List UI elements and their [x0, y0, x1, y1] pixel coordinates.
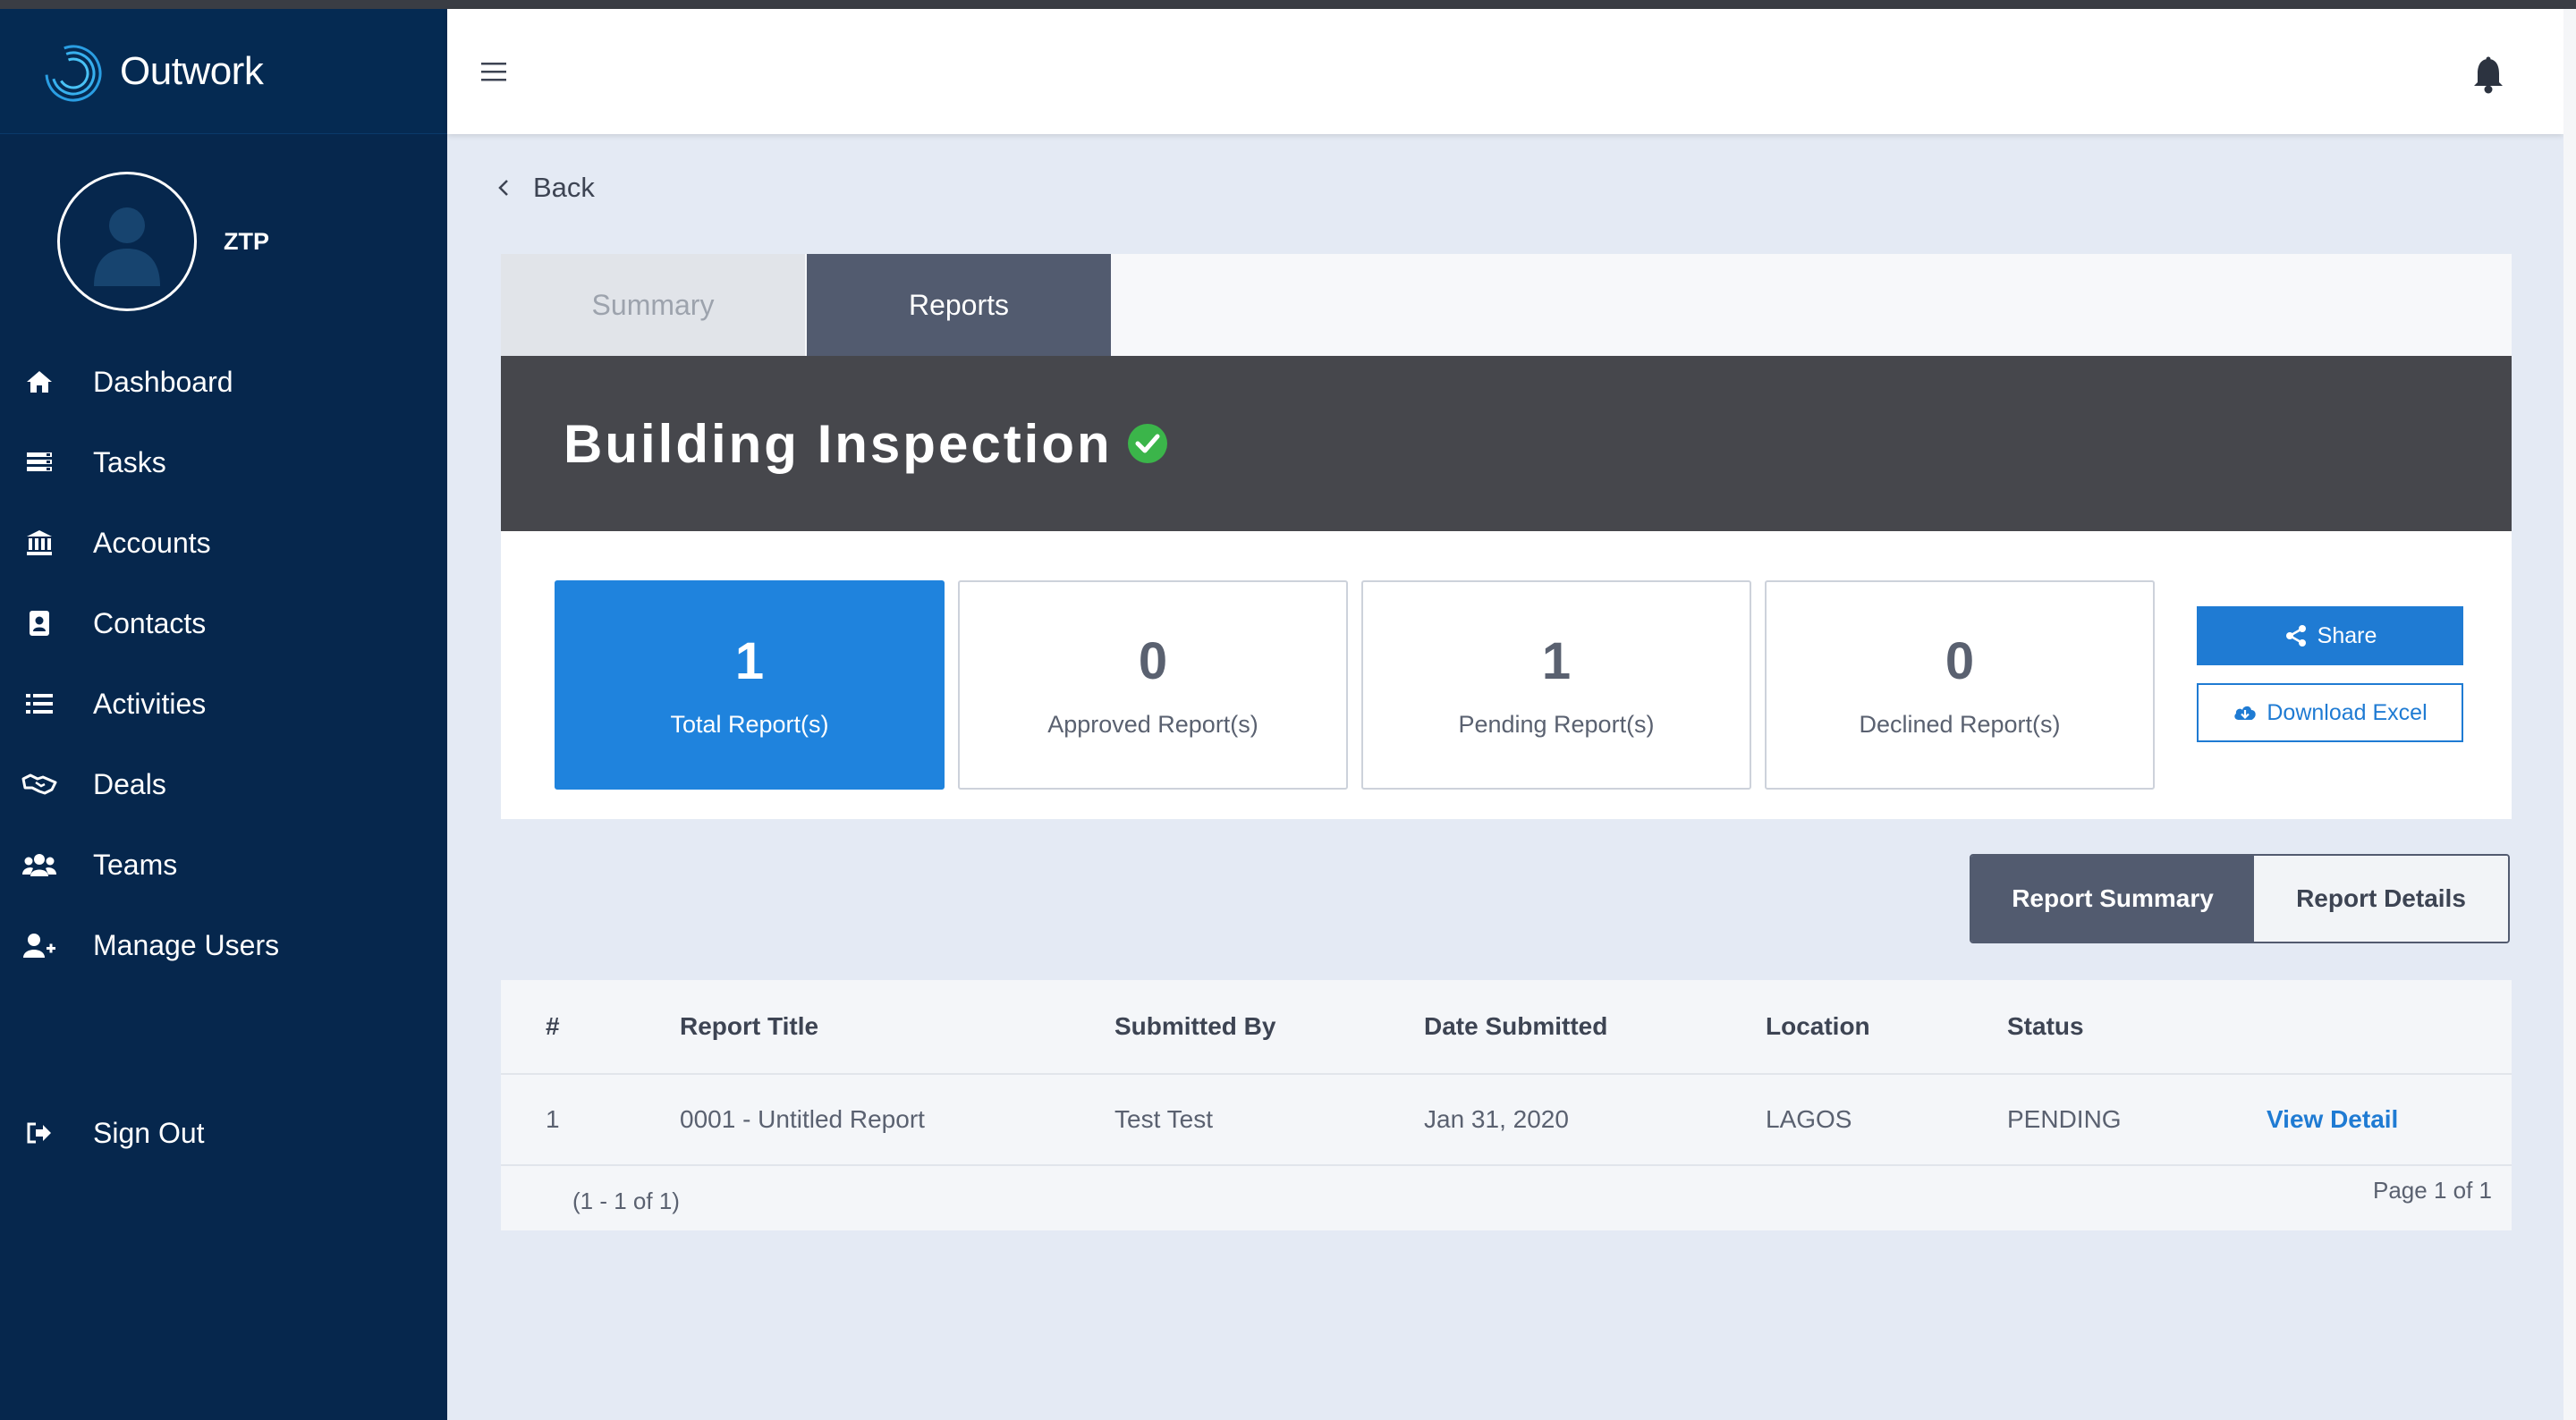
user-avatar-icon	[94, 207, 160, 286]
stat-card-pending[interactable]: 1 Pending Report(s)	[1361, 580, 1751, 790]
sidebar-item-label: Teams	[93, 848, 178, 881]
sidebar-item-tasks[interactable]: Tasks	[0, 422, 447, 503]
stat-label: Declined Report(s)	[1859, 711, 2061, 738]
sidebar-item-label: Activities	[93, 687, 207, 720]
view-detail-link[interactable]: View Detail	[2267, 1075, 2398, 1164]
stat-label: Approved Report(s)	[1047, 711, 1258, 738]
page-title: Building Inspection	[564, 413, 1113, 474]
sidebar-item-label: Sign Out	[93, 1116, 205, 1149]
home-icon	[20, 362, 59, 401]
stat-value: 0	[1945, 632, 1975, 690]
tab-reports[interactable]: Reports	[807, 254, 1111, 356]
user-plus-icon	[20, 926, 59, 965]
tabs-bar: Summary Reports	[501, 254, 2512, 356]
sidebar-item-contacts[interactable]: Contacts	[0, 583, 447, 664]
cell-submitted-by: Test Test	[1114, 1105, 1213, 1133]
pagination-label: Page 1 of 1	[2373, 1177, 2492, 1204]
window-edge	[2563, 9, 2576, 1420]
cell-location: LAGOS	[1766, 1105, 1852, 1133]
share-button[interactable]: Share	[2197, 606, 2463, 665]
reports-table: # Report Title Submitted By Date Submitt…	[501, 980, 2512, 1230]
sidebar: Outwork ZTP Dashboard Tasks Accounts Con…	[0, 9, 447, 1420]
report-stats-panel: 1 Total Report(s) 0 Approved Report(s) 1…	[501, 531, 2512, 819]
result-range: (1 - 1 of 1)	[572, 1188, 680, 1214]
column-header: #	[546, 1012, 560, 1040]
tasks-icon	[20, 443, 59, 482]
back-button[interactable]: Back	[497, 172, 595, 204]
sidebar-item-label: Accounts	[93, 526, 211, 559]
stat-value: 1	[734, 632, 765, 690]
cell-report-title: 0001 - Untitled Report	[680, 1105, 925, 1133]
bell-icon[interactable]	[2470, 55, 2506, 95]
cell-number: 1	[546, 1105, 560, 1133]
sidebar-signout: Sign Out	[0, 1093, 447, 1173]
sidebar-item-label: Dashboard	[93, 365, 233, 398]
share-label: Share	[2317, 622, 2377, 648]
sidebar-item-label: Deals	[93, 767, 166, 800]
bank-icon	[20, 523, 59, 562]
sidebar-item-manage-users[interactable]: Manage Users	[0, 905, 447, 985]
cloud-download-icon	[2234, 706, 2257, 720]
stat-card-total[interactable]: 1 Total Report(s)	[555, 580, 945, 790]
column-header: Submitted By	[1114, 1012, 1276, 1040]
stat-value: 0	[1138, 632, 1168, 690]
sidebar-item-label: Contacts	[93, 606, 207, 639]
window-top-strip	[0, 0, 2576, 9]
table-row: 1 0001 - Untitled Report Test Test Jan 3…	[501, 1073, 2512, 1166]
contact-book-icon	[20, 604, 59, 643]
top-header	[447, 9, 2563, 134]
sidebar-item-teams[interactable]: Teams	[0, 824, 447, 905]
avatar[interactable]	[57, 172, 197, 311]
stat-value: 1	[1541, 632, 1572, 690]
outwork-logo-icon	[45, 45, 102, 102]
sidebar-item-activities[interactable]: Activities	[0, 664, 447, 744]
report-details-button[interactable]: Report Details	[2254, 856, 2508, 942]
table-header: # Report Title Submitted By Date Submitt…	[501, 980, 2512, 1073]
user-profile[interactable]: ZTP	[57, 172, 269, 311]
sidebar-item-label: Manage Users	[93, 928, 280, 961]
column-header: Location	[1766, 1012, 1870, 1040]
stat-label: Total Report(s)	[670, 711, 829, 738]
users-icon	[20, 845, 59, 884]
table-footer: (1 - 1 of 1) Page 1 of 1	[501, 1166, 2512, 1230]
user-name: ZTP	[224, 227, 269, 255]
sidebar-nav: Dashboard Tasks Accounts Contacts Activi…	[0, 342, 447, 985]
stat-label: Pending Report(s)	[1458, 711, 1655, 738]
brand-logo[interactable]: Outwork	[0, 9, 447, 134]
download-label: Download Excel	[2267, 699, 2428, 725]
column-header: Date Submitted	[1424, 1012, 1608, 1040]
cell-date-submitted: Jan 31, 2020	[1424, 1105, 1569, 1133]
sidebar-item-dashboard[interactable]: Dashboard	[0, 342, 447, 422]
check-circle-icon	[1127, 424, 1167, 463]
handshake-icon	[20, 765, 59, 804]
sign-out-icon	[20, 1113, 59, 1153]
back-label: Back	[533, 172, 595, 203]
share-icon	[2285, 625, 2306, 647]
hamburger-icon[interactable]	[479, 59, 510, 84]
report-summary-button[interactable]: Report Summary	[1971, 856, 2254, 942]
brand-name: Outwork	[120, 48, 264, 93]
stat-card-approved[interactable]: 0 Approved Report(s)	[958, 580, 1348, 790]
download-excel-button[interactable]: Download Excel	[2197, 683, 2463, 742]
tab-summary[interactable]: Summary	[501, 254, 805, 356]
column-header: Status	[2007, 1012, 2084, 1040]
cell-status: PENDING	[2007, 1105, 2122, 1133]
page-title-banner: Building Inspection	[501, 356, 2512, 531]
sidebar-item-deals[interactable]: Deals	[0, 744, 447, 824]
report-view-toggle: Report Summary Report Details	[1970, 854, 2510, 943]
sidebar-item-accounts[interactable]: Accounts	[0, 503, 447, 583]
stat-card-declined[interactable]: 0 Declined Report(s)	[1765, 580, 2155, 790]
sign-out-button[interactable]: Sign Out	[0, 1093, 447, 1173]
column-header: Report Title	[680, 1012, 819, 1040]
chevron-left-icon	[498, 180, 508, 196]
list-icon	[20, 684, 59, 723]
sidebar-item-label: Tasks	[93, 445, 166, 478]
